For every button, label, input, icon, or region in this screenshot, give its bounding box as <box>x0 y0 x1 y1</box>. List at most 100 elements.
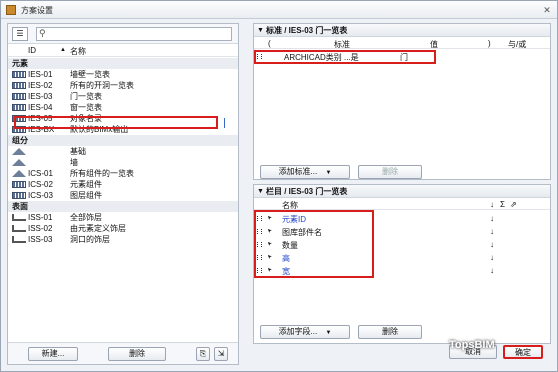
criteria-section: ▼ 标准 / IES-03 门一览表 ( 标准 值 ) 与/或 ARCHICAD… <box>253 23 551 180</box>
fields-column-header: 名称 ↓ Σ ⇗ <box>254 199 550 210</box>
item-name: 基础 <box>70 147 86 156</box>
list-toolbar: ☰ ⚲ <box>8 24 238 44</box>
item-name: 由元素定义饰层 <box>70 224 126 233</box>
list-item[interactable]: 墙 <box>8 157 238 168</box>
item-id: ICS-01 <box>28 169 53 178</box>
sort-asc-icon: ▲ <box>60 47 66 53</box>
title-bar: 方案设置 ✕ <box>1 1 557 19</box>
delete-field-button[interactable]: 删除 <box>358 325 422 339</box>
table-icon <box>12 181 26 188</box>
group-header[interactable]: 表面 <box>8 201 238 212</box>
search-input[interactable]: ⚲ <box>36 27 232 41</box>
criteria-highlight <box>254 50 436 64</box>
collapse-icon[interactable]: ▼ <box>257 24 264 37</box>
item-id: ISS-01 <box>28 213 53 222</box>
item-name: 图层组件 <box>70 191 102 200</box>
item-name: 墙 <box>70 158 78 167</box>
list-item[interactable]: ICS-01 所有组件的一览表 <box>8 168 238 179</box>
item-id: IES-02 <box>28 81 53 90</box>
list-view-icon[interactable]: ☰ <box>12 27 28 41</box>
item-id: ISS-03 <box>28 235 53 244</box>
col-value: 值 <box>430 40 438 49</box>
add-field-button[interactable]: 添加字段... ▼ <box>260 325 350 339</box>
table-icon <box>12 71 26 78</box>
list-item[interactable]: IES-03 门一览表 <box>8 91 238 102</box>
selection-highlight <box>14 116 218 129</box>
component-icon <box>12 159 26 166</box>
item-name: 元素组件 <box>70 180 102 189</box>
watermark-logo: TopsBIM <box>449 339 495 351</box>
col-criterion: 标准 <box>334 40 350 49</box>
list-item[interactable]: ISS-01 全部饰层 <box>8 212 238 223</box>
item-name: 所有组件的一览表 <box>70 169 134 178</box>
col-pin: ⇗ <box>510 200 517 209</box>
import-icon[interactable]: ⎘ <box>196 347 210 361</box>
new-button[interactable]: 新建... <box>28 347 78 361</box>
list-item[interactable]: ISS-02 由元素定义饰层 <box>8 223 238 234</box>
add-criterion-label: 添加标准... <box>278 167 318 176</box>
delete-criterion-button[interactable]: 删除 <box>358 165 422 179</box>
col-sort: ↓ <box>490 200 494 209</box>
group-header[interactable]: 元素 <box>8 58 238 69</box>
list-item[interactable]: ISS-03 洞口的饰层 <box>8 234 238 245</box>
item-id: IES-04 <box>28 103 53 112</box>
dropdown-icon: ▼ <box>325 330 332 336</box>
criteria-header[interactable]: ▼ 标准 / IES-03 门一览表 <box>254 24 550 37</box>
list-item[interactable]: IES-04 窗一览表 <box>8 102 238 113</box>
item-name: 所有的开洞一览表 <box>70 81 134 90</box>
scroll-marker <box>224 118 225 128</box>
list-item[interactable]: ICS-02 元素组件 <box>8 179 238 190</box>
sort-icon[interactable]: ↓ <box>490 266 494 275</box>
table-icon <box>12 104 26 111</box>
list-item[interactable]: ICS-03 图层组件 <box>8 190 238 201</box>
fields-section: ▼ 栏目 / IES-03 门一览表 名称 ↓ Σ ⇗ ➤ 元素ID ↓ ➤ 图库部件名… <box>253 184 551 344</box>
export-icon[interactable]: ⇲ <box>214 347 228 361</box>
sort-icon[interactable]: ↓ <box>490 214 494 223</box>
component-icon <box>12 148 26 155</box>
table-icon <box>12 192 26 199</box>
col-andor: 与/或 <box>508 40 527 49</box>
criteria-column-header: ( 标准 值 ) 与/或 <box>254 38 550 49</box>
col-name[interactable]: 名称 <box>70 46 86 57</box>
collapse-icon[interactable]: ▼ <box>257 185 264 198</box>
item-id: IES-01 <box>28 70 53 79</box>
add-criterion-button[interactable]: 添加标准... ▼ <box>260 165 350 179</box>
app-icon <box>6 5 16 15</box>
list-item[interactable]: IES-02 所有的开洞一览表 <box>8 80 238 91</box>
item-name: 窗一览表 <box>70 103 102 112</box>
item-name: 全部饰层 <box>70 213 102 222</box>
window-title: 方案设置 <box>21 6 53 15</box>
close-icon[interactable]: ✕ <box>541 4 553 16</box>
item-id: ICS-02 <box>28 180 53 189</box>
search-icon: ⚲ <box>39 28 46 38</box>
item-name: 门一览表 <box>70 92 102 101</box>
fields-header[interactable]: ▼ 栏目 / IES-03 门一览表 <box>254 185 550 198</box>
criteria-title: 标准 / IES-03 门一览表 <box>266 26 348 35</box>
component-icon <box>12 170 26 177</box>
fields-title: 栏目 / IES-03 门一览表 <box>266 187 348 196</box>
list-item[interactable]: IES-01 墙壁一览表 <box>8 69 238 80</box>
item-id: ISS-02 <box>28 224 53 233</box>
col-paren-open: ( <box>268 39 271 48</box>
table-icon <box>12 82 26 89</box>
list-bottom-bar: 新建... 删除 ⎘ ⇲ <box>8 342 238 364</box>
scheme-settings-dialog: 方案设置 ✕ ☰ ⚲ ID ▲ 名称 元素 IES-01 墙壁一览表 IES-02 所有… <box>0 0 558 372</box>
list-column-header: ID ▲ 名称 <box>8 45 238 57</box>
item-name: 洞口的饰层 <box>70 235 110 244</box>
delete-scheme-button[interactable]: 删除 <box>108 347 166 361</box>
table-icon <box>12 93 26 100</box>
list-item[interactable]: 基础 <box>8 146 238 157</box>
sort-icon[interactable]: ↓ <box>490 253 494 262</box>
sort-icon[interactable]: ↓ <box>490 240 494 249</box>
col-id[interactable]: ID <box>28 46 36 55</box>
dropdown-icon: ▼ <box>325 170 332 176</box>
scheme-list: 元素 IES-01 墙壁一览表 IES-02 所有的开洞一览表 IES-03 门一览表 IES… <box>8 58 238 245</box>
surface-icon <box>12 236 26 243</box>
sort-icon[interactable]: ↓ <box>490 227 494 236</box>
item-name: 墙壁一览表 <box>70 70 110 79</box>
add-field-label: 添加字段... <box>278 327 318 336</box>
col-sum: Σ <box>500 200 505 209</box>
surface-icon <box>12 214 26 221</box>
col-paren-close: ) <box>488 39 491 48</box>
group-header[interactable]: 组分 <box>8 135 238 146</box>
